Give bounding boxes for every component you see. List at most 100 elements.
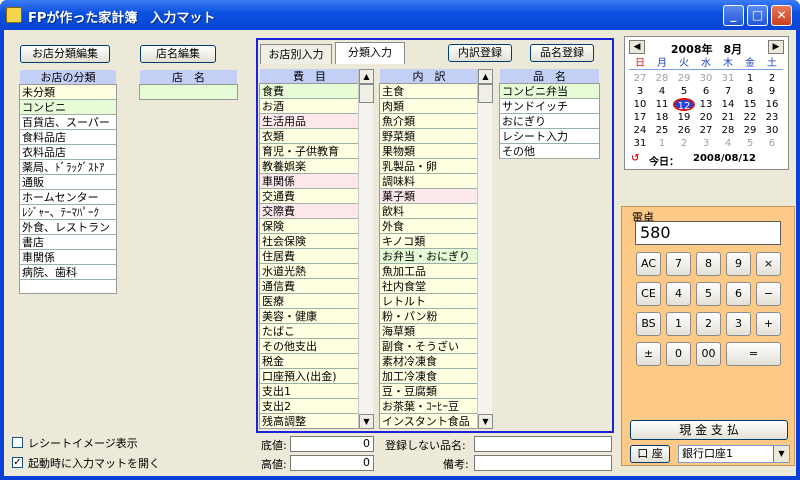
calendar-day[interactable]: 4 [651,85,673,98]
calendar-day[interactable]: 16 [761,98,783,111]
list-item[interactable]: その他支出 [260,339,359,354]
list-item[interactable]: 口座預入(出金) [260,369,359,384]
calendar-day[interactable]: 15 [739,98,761,111]
list-item[interactable]: コンビニ弁当 [500,84,599,99]
low-price-field[interactable]: 0 [290,436,374,452]
list-item[interactable]: 調味料 [380,174,478,189]
list-item[interactable]: 加工冷凍食 [380,369,478,384]
list-item[interactable]: 書店 [20,235,116,250]
minimize-button[interactable]: _ [723,5,744,26]
list-item[interactable]: 副食・そうざい [380,339,478,354]
scroll-down-arrow-icon[interactable]: ▼ [359,414,374,429]
calendar-day[interactable]: 8 [739,85,761,98]
list-item[interactable]: 通販 [20,175,116,190]
list-item[interactable]: 教養娯楽 [260,159,359,174]
list-item[interactable]: キノコ類 [380,234,478,249]
list-item[interactable]: 交際費 [260,204,359,219]
calendar-day[interactable]: 5 [673,85,695,98]
account-button[interactable]: 口 座 [630,445,670,463]
calc-key[interactable]: 1 [666,312,691,336]
calc-key[interactable]: − [756,282,781,306]
shop-category-edit-button[interactable]: お店分類編集 [20,45,110,63]
calendar-day[interactable]: 6 [761,137,783,150]
list-item[interactable]: お茶葉・ｺｰﾋｰ豆 [380,399,478,414]
list-item[interactable]: 魚介類 [380,114,478,129]
list-item[interactable]: その他 [500,144,599,159]
calendar-day[interactable]: 18 [651,111,673,124]
calendar-day[interactable]: 9 [761,85,783,98]
calendar-day[interactable]: 25 [651,124,673,137]
calendar-day[interactable]: 31 [629,137,651,150]
title-bar[interactable]: FPが作った家計簿 入力マット _ □ ✕ [0,0,800,30]
list-item[interactable]: 水道光熱 [260,264,359,279]
list-item[interactable]: 海草類 [380,324,478,339]
list-item[interactable]: 車関係 [260,174,359,189]
calc-key[interactable]: 2 [696,312,721,336]
calendar-day[interactable]: 6 [695,85,717,98]
list-item[interactable]: 社会保険 [260,234,359,249]
list-item[interactable]: 税金 [260,354,359,369]
calc-key[interactable]: 7 [666,252,691,276]
list-item[interactable]: 主食 [380,84,478,99]
chevron-down-icon[interactable]: ▼ [773,446,789,462]
list-item[interactable]: サンドイッチ [500,99,599,114]
calendar-day[interactable]: 13 [695,98,717,111]
list-item[interactable]: 未分類 [20,85,116,100]
calc-key[interactable]: BS [636,312,661,336]
calendar-day[interactable]: 2 [761,72,783,85]
expense-list[interactable]: 食費 お酒 生活用品 衣類 育児・子供教育 教養娯楽 車関係 交通費 交際費 保険 社会保険 住居費水… [259,83,360,429]
list-item[interactable]: 菓子類 [380,189,478,204]
list-item[interactable]: 飲料 [380,204,478,219]
list-item[interactable]: 衣類 [260,129,359,144]
calendar-day[interactable]: 19 [673,111,695,124]
scroll-up-arrow-icon[interactable]: ▲ [359,69,374,84]
calendar-day[interactable]: 30 [761,124,783,137]
list-item[interactable]: レトルト [380,294,478,309]
list-item[interactable]: 保険 [260,219,359,234]
list-item[interactable]: 車関係 [20,250,116,265]
list-item[interactable]: 交通費 [260,189,359,204]
note-field[interactable] [474,455,612,471]
calc-key[interactable]: × [756,252,781,276]
list-item[interactable]: お酒 [260,99,359,114]
list-item[interactable]: 豆・豆腐類 [380,384,478,399]
list-item[interactable]: 支出1 [260,384,359,399]
calc-key[interactable]: 9 [726,252,751,276]
calendar-day[interactable]: 3 [629,85,651,98]
calendar-day[interactable]: 4 [717,137,739,150]
list-item[interactable]: お弁当・おにぎり [380,249,478,264]
tab-category-input[interactable]: 分類入力 [335,42,405,64]
expense-scrollbar[interactable]: ▲ ▼ [358,69,374,429]
calendar-day[interactable]: 3 [695,137,717,150]
list-item[interactable]: 病院、歯科 [20,265,116,280]
calendar-day[interactable]: 31 [717,72,739,85]
list-item[interactable]: 乳製品・卵 [380,159,478,174]
calendar-day[interactable]: 21 [717,111,739,124]
list-item[interactable]: 残高調整 [260,414,359,428]
calendar-day[interactable]: 28 [651,72,673,85]
calendar-day[interactable]: 7 [717,85,739,98]
calendar-day[interactable]: 11 [651,98,673,111]
calculator-display[interactable]: 580 [635,221,781,245]
list-item[interactable]: 医療 [260,294,359,309]
list-item[interactable]: 住居費 [260,249,359,264]
calendar-day[interactable]: 10 [629,98,651,111]
list-item[interactable]: 社内食堂 [380,279,478,294]
list-item[interactable]: 野菜類 [380,129,478,144]
list-item[interactable]: 生活用品 [260,114,359,129]
list-item[interactable]: おにぎり [500,114,599,129]
list-item[interactable]: 外食、レストラン [20,220,116,235]
detail-scrollbar[interactable]: ▲ ▼ [477,69,493,429]
shop-name-edit-button[interactable]: 店名編集 [140,45,216,63]
calendar-day[interactable]: 23 [761,111,783,124]
next-month-button[interactable]: ▶ [768,40,784,54]
calendar-day[interactable]: 12 [673,98,695,112]
calendar-day[interactable]: 26 [673,124,695,137]
calendar-day[interactable]: 2 [673,137,695,150]
list-item[interactable]: 支出2 [260,399,359,414]
scroll-up-arrow-icon[interactable]: ▲ [478,69,493,84]
scroll-thumb[interactable] [478,84,493,103]
calendar-day[interactable]: 1 [651,137,673,150]
list-item[interactable]: ホームセンター [20,190,116,205]
calc-key[interactable]: AC [636,252,661,276]
